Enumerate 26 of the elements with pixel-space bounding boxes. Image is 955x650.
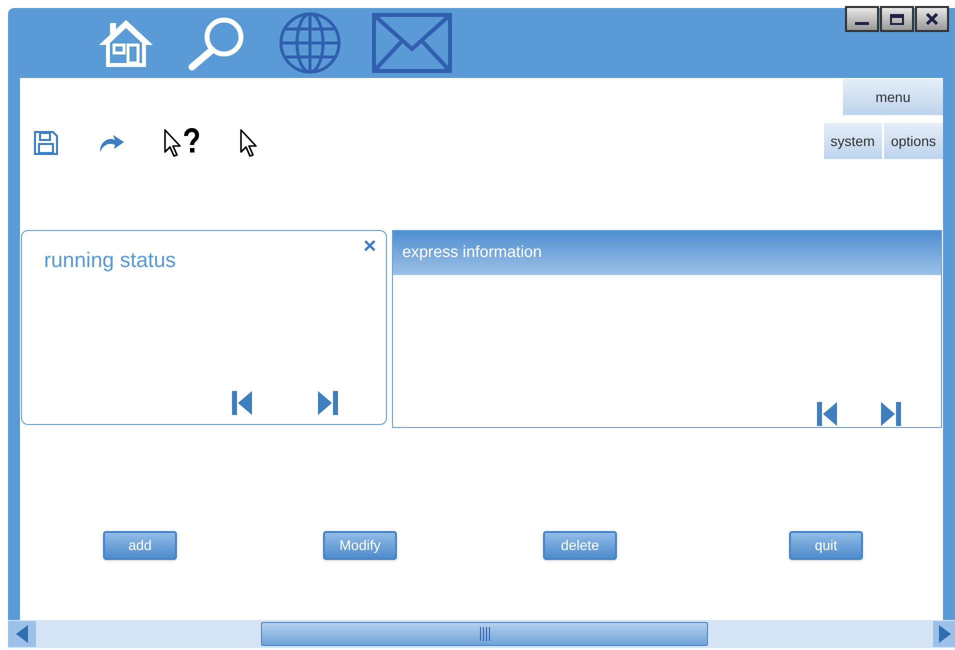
last-page-icon[interactable] bbox=[318, 391, 338, 415]
last-page-icon[interactable] bbox=[881, 402, 902, 426]
header-button[interactable]: options bbox=[884, 123, 943, 159]
minimize-button[interactable] bbox=[845, 6, 879, 32]
globe-icon[interactable] bbox=[278, 11, 342, 75]
action-button[interactable]: quit bbox=[789, 531, 863, 560]
header-button[interactable]: system bbox=[824, 123, 882, 159]
help-cursor-icon[interactable] bbox=[163, 128, 201, 158]
scroll-left-icon[interactable] bbox=[8, 621, 36, 647]
scroll-thumb[interactable] bbox=[261, 622, 708, 646]
action-button[interactable]: Modify bbox=[323, 531, 397, 560]
action-button[interactable]: add bbox=[103, 531, 177, 560]
action-button[interactable]: delete bbox=[543, 531, 617, 560]
scroll-right-icon[interactable] bbox=[933, 621, 955, 647]
panel-title: express information bbox=[402, 243, 542, 263]
redo-icon[interactable] bbox=[97, 132, 125, 154]
close-icon bbox=[926, 13, 938, 25]
horizontal-scrollbar[interactable] bbox=[8, 620, 955, 648]
menu-button[interactable]: menu bbox=[843, 79, 943, 115]
first-page-icon[interactable] bbox=[232, 391, 252, 415]
panel-title: running status bbox=[44, 248, 176, 274]
mail-icon[interactable] bbox=[372, 13, 452, 73]
maximize-button[interactable] bbox=[880, 6, 914, 32]
save-icon[interactable] bbox=[33, 130, 59, 156]
first-page-icon[interactable] bbox=[817, 402, 838, 426]
close-button[interactable] bbox=[915, 6, 949, 32]
